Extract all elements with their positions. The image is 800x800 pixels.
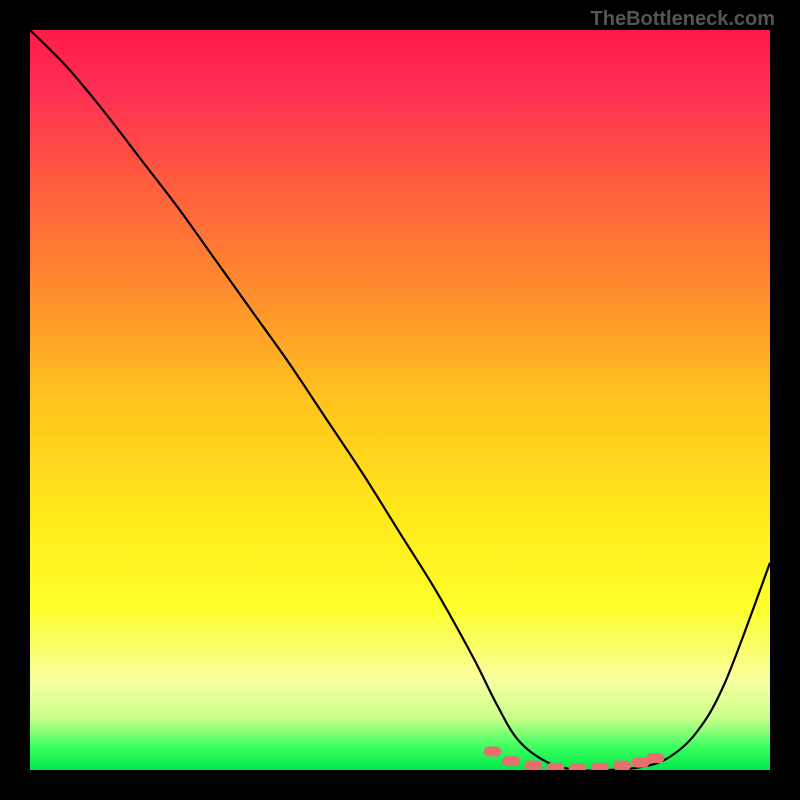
chart-svg — [30, 30, 770, 770]
valley-marker — [524, 761, 542, 770]
watermark-text: TheBottleneck.com — [591, 8, 775, 31]
valley-markers — [484, 747, 665, 771]
bottleneck-curve — [30, 30, 770, 770]
valley-marker — [484, 747, 502, 757]
valley-marker — [591, 763, 609, 770]
valley-marker — [569, 764, 587, 770]
plot-area — [30, 30, 770, 770]
valley-marker — [646, 753, 664, 763]
valley-marker — [502, 756, 520, 766]
valley-marker — [546, 763, 564, 770]
valley-marker — [613, 761, 631, 770]
